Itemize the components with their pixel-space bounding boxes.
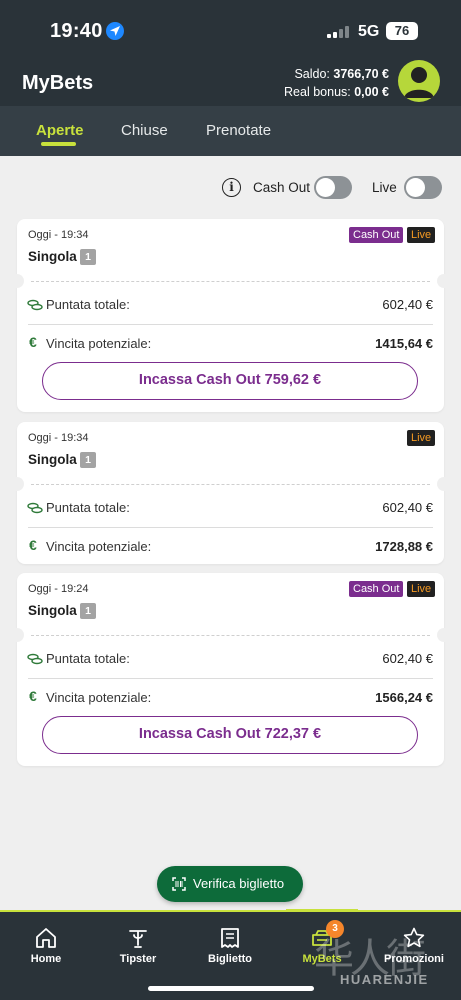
active-tab-indicator <box>41 142 76 146</box>
saldo-value: 3766,70 € <box>333 67 389 81</box>
stake-value: 602,40 € <box>382 500 433 515</box>
verify-ticket-button[interactable]: Verifica biglietto <box>157 866 303 902</box>
nav-biglietto[interactable]: Biglietto <box>195 926 265 965</box>
coins-icon <box>27 653 43 665</box>
watermark-text: HUARENJIE <box>340 972 429 987</box>
tab-chiuse[interactable]: Chiuse <box>121 122 168 139</box>
cashout-filter-label: Cash Out <box>253 180 311 195</box>
selection-count: 1 <box>80 452 96 468</box>
bet-date: Oggi - 19:24 <box>28 583 89 595</box>
cashout-button[interactable]: Incassa Cash Out 759,62 € <box>42 362 418 400</box>
tab-aperte[interactable]: Aperte <box>36 122 84 139</box>
euro-icon: € <box>29 537 37 553</box>
user-icon <box>404 67 434 98</box>
selection-count: 1 <box>80 249 96 265</box>
bet-date: Oggi - 19:34 <box>28 432 89 444</box>
balance-info: Saldo: 3766,70 € Real bonus: 0,00 € <box>284 65 389 101</box>
bet-card[interactable]: Oggi - 19:34 Cash Out Live Singola 1 Pun… <box>10 219 451 412</box>
bet-card[interactable]: Oggi - 19:34 Live Singola 1 Puntata tota… <box>10 422 451 564</box>
bets-tabs: Aperte Chiuse Prenotate <box>0 106 461 156</box>
nav-tipster[interactable]: Tipster <box>103 926 173 965</box>
stake-label: Puntata totale: <box>46 651 130 666</box>
verify-ticket-label: Verifica biglietto <box>193 876 285 891</box>
bonus-label: Real bonus: <box>284 85 351 99</box>
coins-icon <box>27 299 43 311</box>
euro-icon: € <box>29 688 37 704</box>
watermark-logo: 华人街 HUARENJIE <box>308 920 458 996</box>
cashout-toggle[interactable] <box>314 176 352 199</box>
win-value: 1728,88 € <box>375 539 433 554</box>
win-value: 1566,24 € <box>375 690 433 705</box>
stake-label: Puntata totale: <box>46 297 130 312</box>
app-header: MyBets Saldo: 3766,70 € Real bonus: 0,00… <box>0 60 461 106</box>
nav-home-label: Home <box>30 953 62 965</box>
cashout-badge: Cash Out <box>349 581 404 597</box>
live-badge: Live <box>407 227 436 243</box>
bet-type: Singola <box>28 452 77 467</box>
nav-biglietto-label: Biglietto <box>208 953 252 965</box>
ticket-icon <box>221 928 239 948</box>
coins-icon <box>27 502 43 514</box>
win-label: Vincita potenziale: <box>46 336 152 351</box>
cashout-button[interactable]: Incassa Cash Out 722,37 € <box>42 716 418 754</box>
selection-count: 1 <box>80 603 96 619</box>
stake-value: 602,40 € <box>382 651 433 666</box>
win-label: Vincita potenziale: <box>46 539 152 554</box>
bet-card[interactable]: Oggi - 19:24 Cash Out Live Singola 1 Pun… <box>10 573 451 766</box>
signal-strength-icon <box>327 26 351 38</box>
tab-prenotate[interactable]: Prenotate <box>206 122 271 139</box>
win-value: 1415,64 € <box>375 336 433 351</box>
stake-label: Puntata totale: <box>46 500 130 515</box>
bet-type: Singola <box>28 603 77 618</box>
filter-bar: i Cash Out Live <box>0 170 461 206</box>
bet-type: Singola <box>28 249 77 264</box>
nav-home[interactable]: Home <box>11 926 81 965</box>
network-type: 5G <box>358 23 380 40</box>
live-badge: Live <box>407 430 436 446</box>
live-badge: Live <box>407 581 436 597</box>
status-bar: 19:40 5G 76 <box>0 0 461 60</box>
stake-value: 602,40 € <box>382 297 433 312</box>
scan-icon <box>172 877 186 891</box>
status-time: 19:40 <box>50 20 103 42</box>
live-filter-label: Live <box>372 180 397 195</box>
bet-date: Oggi - 19:34 <box>28 229 89 241</box>
location-arrow-icon <box>106 22 124 40</box>
nav-tipster-label: Tipster <box>119 953 157 965</box>
battery-icon: 76 <box>386 22 418 40</box>
euro-icon: € <box>29 334 37 350</box>
saldo-label: Saldo: <box>294 67 330 81</box>
page-title: MyBets <box>22 72 94 94</box>
avatar[interactable] <box>398 60 440 102</box>
bonus-value: 0,00 € <box>354 85 389 99</box>
win-label: Vincita potenziale: <box>46 690 152 705</box>
home-indicator <box>148 986 314 991</box>
home-icon <box>36 928 56 948</box>
tipster-icon <box>129 930 147 948</box>
info-icon[interactable]: i <box>222 178 241 197</box>
live-toggle[interactable] <box>404 176 442 199</box>
cashout-badge: Cash Out <box>349 227 404 243</box>
